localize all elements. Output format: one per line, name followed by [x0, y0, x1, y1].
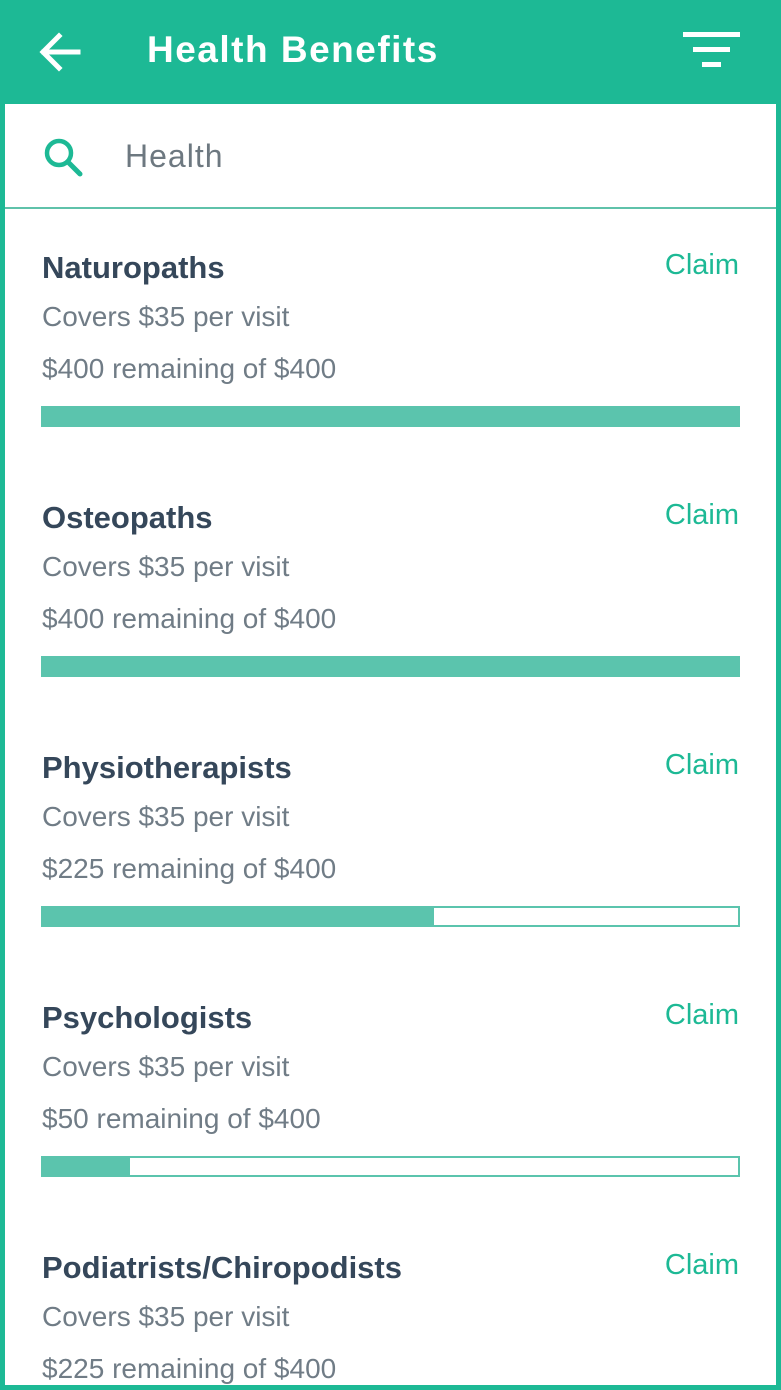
remaining-progress-bar	[41, 906, 740, 927]
claim-button[interactable]: Claim	[665, 497, 739, 533]
progress-fill	[43, 658, 738, 675]
claim-button[interactable]: Claim	[665, 747, 739, 783]
remaining-progress-bar	[41, 406, 740, 427]
coverage-text: Covers $35 per visit	[42, 551, 290, 582]
progress-fill	[43, 908, 434, 925]
remaining-text: $400 remaining of $400	[42, 353, 337, 384]
coverage-text: Covers $35 per visit	[42, 801, 290, 832]
benefit-name: Podiatrists/Chiropodists	[42, 1250, 402, 1285]
progress-fill	[43, 408, 738, 425]
benefit-item-podiatrists-chiropodists: Podiatrists/Chiropodists Claim Covers $3…	[5, 1209, 776, 1385]
remaining-text: $225 remaining of $400	[42, 1353, 337, 1384]
search-icon[interactable]	[39, 136, 91, 180]
remaining-text: $50 remaining of $400	[42, 1103, 321, 1134]
coverage-text: Covers $35 per visit	[42, 1051, 290, 1082]
app-bar: Health Benefits	[5, 0, 776, 104]
arrow-left-icon	[39, 32, 81, 72]
claim-button[interactable]: Claim	[665, 1247, 739, 1283]
page-title: Health Benefits	[147, 29, 439, 70]
benefit-item-osteopaths: Osteopaths Claim Covers $35 per visit $4…	[5, 459, 776, 709]
filter-button[interactable]	[680, 28, 744, 78]
claim-button[interactable]: Claim	[665, 247, 739, 283]
remaining-progress-bar	[41, 656, 740, 677]
benefit-item-naturopaths: Naturopaths Claim Covers $35 per visit $…	[5, 209, 776, 459]
benefit-name: Naturopaths	[42, 250, 225, 285]
remaining-progress-bar	[41, 1156, 740, 1177]
remaining-text: $225 remaining of $400	[42, 853, 337, 884]
benefit-name: Osteopaths	[42, 500, 213, 535]
coverage-text: Covers $35 per visit	[42, 1301, 290, 1332]
search-bar	[5, 104, 776, 209]
remaining-text: $400 remaining of $400	[42, 603, 337, 634]
progress-fill	[43, 1158, 130, 1175]
back-button[interactable]	[34, 27, 86, 79]
benefits-list: Naturopaths Claim Covers $35 per visit $…	[5, 209, 776, 1385]
search-input[interactable]	[123, 130, 685, 182]
app-screen: Health Benefits Naturopaths Claim Covers…	[0, 0, 781, 1390]
filter-icon	[683, 32, 740, 67]
claim-button[interactable]: Claim	[665, 997, 739, 1033]
benefit-item-physiotherapists: Physiotherapists Claim Covers $35 per vi…	[5, 709, 776, 959]
benefit-name: Psychologists	[42, 1000, 253, 1035]
coverage-text: Covers $35 per visit	[42, 301, 290, 332]
benefit-item-psychologists: Psychologists Claim Covers $35 per visit…	[5, 959, 776, 1209]
benefit-name: Physiotherapists	[42, 750, 292, 785]
